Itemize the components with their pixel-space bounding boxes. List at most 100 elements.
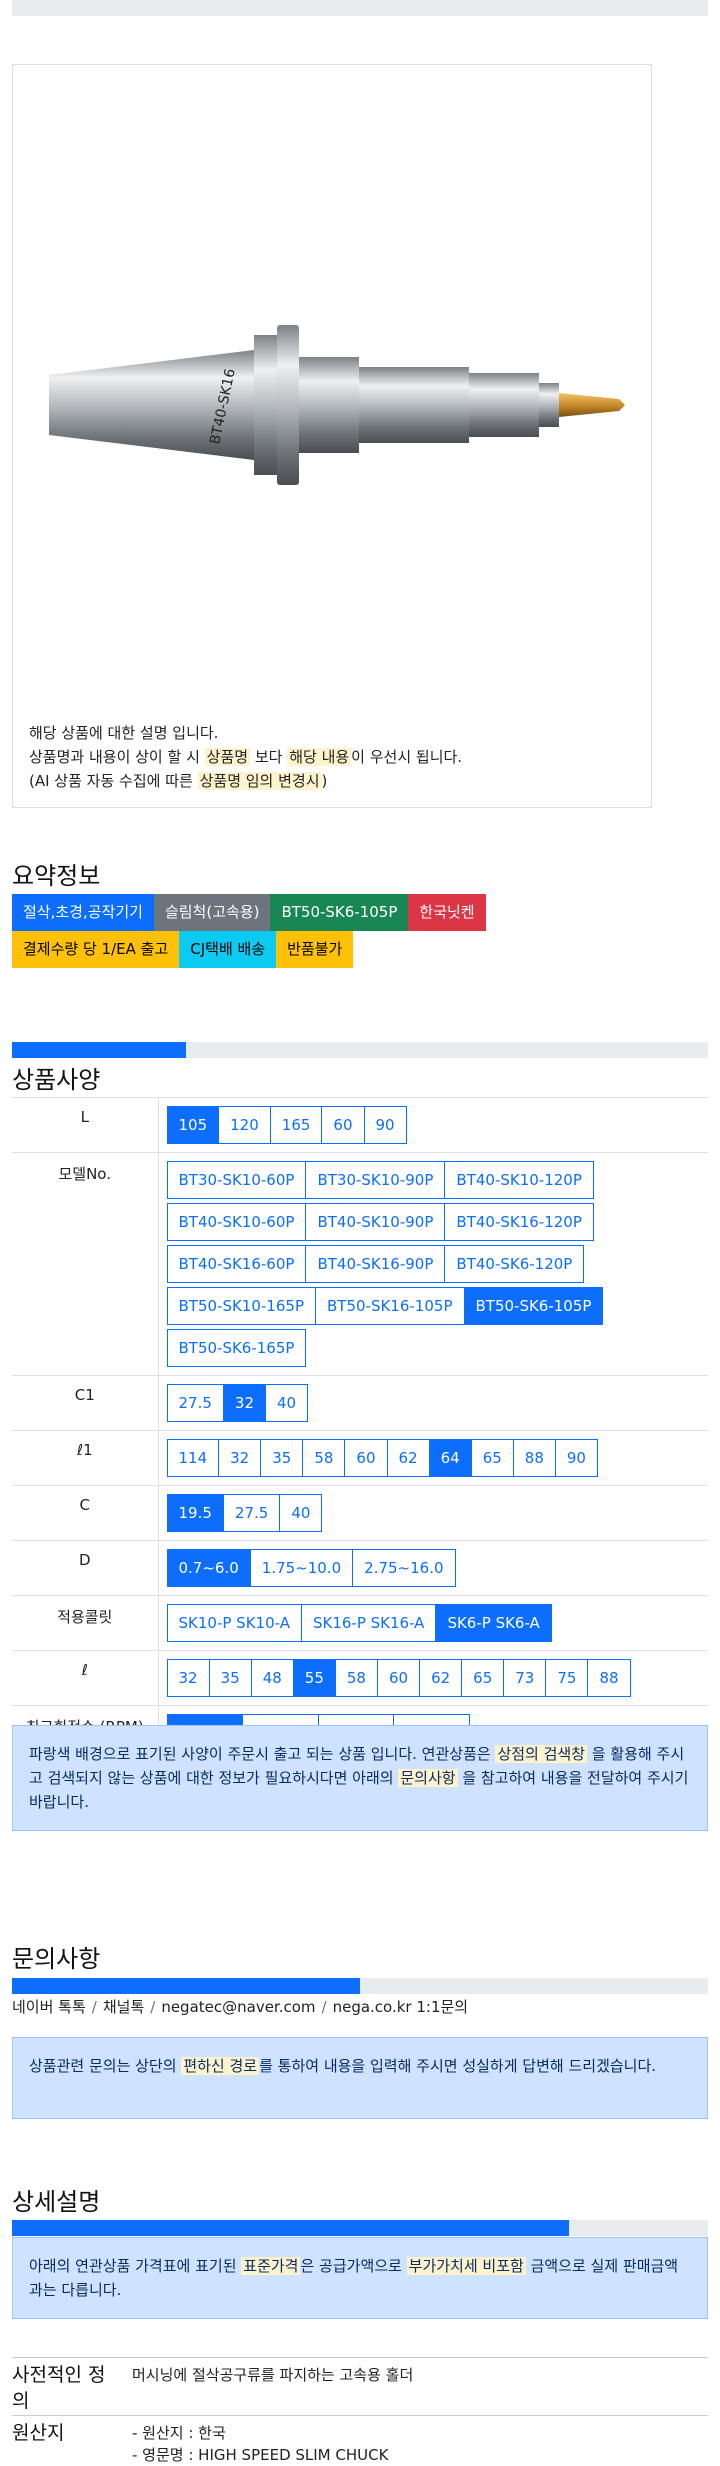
spec-table: L 105 120 165 60 90 모델No. BT30-SK10-60P BT30-SK1… xyxy=(12,1097,708,1761)
spec-option-button[interactable]: 32 xyxy=(166,1659,210,1697)
spec-option-button[interactable]: 60 xyxy=(344,1439,388,1477)
spec-option-button[interactable]: 62 xyxy=(386,1439,430,1477)
spec-option-button[interactable]: BT40-SK16-120P xyxy=(444,1203,594,1241)
spec-option-button[interactable]: 35 xyxy=(208,1659,252,1697)
spec-option-button[interactable]: 90 xyxy=(554,1439,598,1477)
spec-option-button[interactable]: 60 xyxy=(376,1659,421,1697)
spec-option-button[interactable]: 32 xyxy=(218,1439,262,1477)
category-badge: 절삭,초경,공작기기 xyxy=(12,894,154,931)
summary-badges: 절삭,초경,공작기기 슬림척(고속용) BT50-SK6-105P 한국닛켄 xyxy=(12,894,708,931)
spec-option-button[interactable]: 65 xyxy=(461,1659,505,1697)
spec-option-button[interactable]: 165 xyxy=(269,1106,323,1144)
spec-row: C 19.5 27.5 40 xyxy=(12,1485,708,1541)
contact-links: 네이버 톡톡 / 채널톡 / negatec@naver.com / nega.co.kr … xyxy=(12,1998,469,2016)
spec-option-button[interactable]: BT50-SK6-105P xyxy=(463,1287,604,1325)
spec-progress-fill xyxy=(12,1042,186,1058)
spec-option-button[interactable]: 65 xyxy=(470,1439,514,1477)
spec-option-button[interactable]: 40 xyxy=(265,1384,309,1422)
spec-options: 32 35 48 55 58 60 62 65 73 75 88 xyxy=(158,1650,708,1706)
spec-option-button[interactable]: 75 xyxy=(545,1659,589,1697)
spec-row: 적용콜릿 SK10-P SK10-A SK16-P SK16-A SK6-P SK6-… xyxy=(12,1595,708,1651)
naver-talk-link[interactable]: 네이버 톡톡 xyxy=(12,1998,86,2016)
spec-label: ℓ1 xyxy=(12,1430,159,1486)
spec-option-button[interactable]: 88 xyxy=(587,1659,631,1697)
spec-option-button[interactable]: 90 xyxy=(363,1106,407,1144)
spec-option-button[interactable]: 114 xyxy=(166,1439,220,1477)
info-value: - 원산지 : 한국 - 영문명 : HIGH SPEED SLIM CHUCK xyxy=(132,2424,389,2464)
spec-options: BT30-SK10-60P BT30-SK10-90P BT40-SK10-120P… xyxy=(158,1152,708,1376)
spec-options: 0.7~6.0 1.75~10.0 2.75~16.0 xyxy=(158,1540,708,1596)
spec-option-button[interactable]: 48 xyxy=(250,1659,294,1697)
spec-title: 상품사양 xyxy=(12,1066,101,1094)
spec-option-button[interactable]: SK6-P SK6-A xyxy=(435,1604,552,1642)
email-link[interactable]: negatec@naver.com xyxy=(161,1998,315,2016)
info-key: 원산지 xyxy=(12,2422,65,2444)
type-badge: 슬림척(고속용) xyxy=(153,894,271,931)
brand-badge: 한국닛켄 xyxy=(408,894,486,931)
spec-row: C1 27.5 32 40 xyxy=(12,1375,708,1431)
spec-option-button[interactable]: 2.75~16.0 xyxy=(352,1549,456,1587)
product-image: BT40-SK16 xyxy=(49,325,625,485)
spec-options: 105 120 165 60 90 xyxy=(158,1097,708,1153)
spec-label: 적용콜릿 xyxy=(12,1595,159,1651)
spec-row: ℓ 32 35 48 55 58 60 62 65 73 75 88 xyxy=(12,1650,708,1706)
spec-option-button[interactable]: BT40-SK10-120P xyxy=(444,1161,594,1199)
spec-option-button[interactable]: BT40-SK16-60P xyxy=(166,1245,307,1283)
spec-option-button[interactable]: 27.5 xyxy=(166,1384,224,1422)
spec-option-button[interactable]: 62 xyxy=(419,1659,463,1697)
inquiry-progress-fill xyxy=(12,1978,360,1994)
spec-option-button[interactable]: BT50-SK10-165P xyxy=(166,1287,316,1325)
spec-option-button[interactable]: 88 xyxy=(512,1439,556,1477)
spec-option-button[interactable]: 60 xyxy=(321,1106,365,1144)
spec-label: C xyxy=(12,1485,159,1541)
spec-option-button[interactable]: 58 xyxy=(302,1439,346,1477)
spec-option-button[interactable]: 55 xyxy=(292,1659,336,1697)
spec-option-button[interactable]: 27.5 xyxy=(222,1494,281,1532)
info-row-origin: 원산지 - 원산지 : 한국 - 영문명 : HIGH SPEED SLIM CH… xyxy=(12,2415,708,2466)
detail-notice: 아래의 연관상품 가격표에 표기된 표준가격 은 공급가액으로 부가가치세 비포함… xyxy=(12,2237,708,2319)
spec-option-button[interactable]: 40 xyxy=(279,1494,323,1532)
description-line-2: 상품명과 내용이 상이 할 시 상품명 보다 해당 내용 이 우선시 됩니다. xyxy=(29,748,463,766)
spec-option-button[interactable]: 105 xyxy=(166,1106,220,1144)
spec-option-button[interactable]: 1.75~10.0 xyxy=(249,1549,354,1587)
spec-option-button[interactable]: 35 xyxy=(260,1439,304,1477)
detail-title: 상세설명 xyxy=(12,2188,101,2216)
spec-option-button[interactable]: 64 xyxy=(428,1439,472,1477)
spec-option-button[interactable]: SK16-P SK16-A xyxy=(300,1604,437,1642)
spec-options: 27.5 32 40 xyxy=(158,1375,708,1431)
spec-option-button[interactable]: SK10-P SK10-A xyxy=(166,1604,302,1642)
spec-option-button[interactable]: 0.7~6.0 xyxy=(166,1549,251,1587)
spec-option-button[interactable]: BT30-SK10-60P xyxy=(166,1161,307,1199)
description-line-3: (AI 상품 자동 수집에 따른 상품명 임의 변경시) xyxy=(29,772,328,790)
info-value: 머시닝에 절삭공구류를 파지하는 고속용 홀더 xyxy=(132,2366,414,2384)
spec-option-button[interactable]: BT40-SK16-90P xyxy=(305,1245,446,1283)
spec-label: C1 xyxy=(12,1375,159,1431)
spec-option-button[interactable]: BT40-SK10-90P xyxy=(305,1203,446,1241)
info-key: 사전적인 정의 xyxy=(12,2364,106,2412)
spec-option-button[interactable]: 32 xyxy=(222,1384,266,1422)
spec-option-button[interactable]: BT40-SK10-60P xyxy=(166,1203,307,1241)
spec-option-button[interactable]: BT50-SK6-165P xyxy=(166,1329,307,1367)
inquiry-title: 문의사항 xyxy=(12,1945,101,1973)
spec-row: L 105 120 165 60 90 xyxy=(12,1097,708,1153)
inquiry-progress-bar xyxy=(12,1978,708,1994)
spec-option-button[interactable]: 120 xyxy=(218,1106,271,1144)
channel-talk-link[interactable]: 채널톡 xyxy=(103,1998,144,2016)
no-return-badge: 반품불가 xyxy=(276,931,354,968)
detail-progress-bar xyxy=(12,2220,708,2236)
spec-options: 19.5 27.5 40 xyxy=(158,1485,708,1541)
spec-option-button[interactable]: BT30-SK10-90P xyxy=(305,1161,446,1199)
spec-option-button[interactable]: BT40-SK6-120P xyxy=(444,1245,585,1283)
spec-options: 114 32 35 58 60 62 64 65 88 90 xyxy=(158,1430,708,1486)
top-progress-bar xyxy=(12,0,708,16)
spec-option-button[interactable]: 73 xyxy=(503,1659,547,1697)
shipping-qty-badge: 결제수량 당 1/EA 출고 xyxy=(12,931,180,968)
site-inquiry-link[interactable]: nega.co.kr 1:1문의 xyxy=(333,1998,469,2016)
summary-badges-row-2: 결제수량 당 1/EA 출고 CJ택배 배송 반품불가 xyxy=(12,931,708,968)
spec-option-button[interactable]: BT50-SK16-105P xyxy=(315,1287,465,1325)
spec-option-button[interactable]: 58 xyxy=(334,1659,378,1697)
detail-progress-fill xyxy=(12,2220,569,2236)
spec-option-button[interactable]: 19.5 xyxy=(166,1494,224,1532)
info-row-definition: 사전적인 정의 머시닝에 절삭공구류를 파지하는 고속용 홀더 xyxy=(12,2357,708,2415)
spec-notice: 파랑색 배경으로 표기된 사양이 주문시 출고 되는 상품 입니다. 연관상품은… xyxy=(12,1725,708,1831)
